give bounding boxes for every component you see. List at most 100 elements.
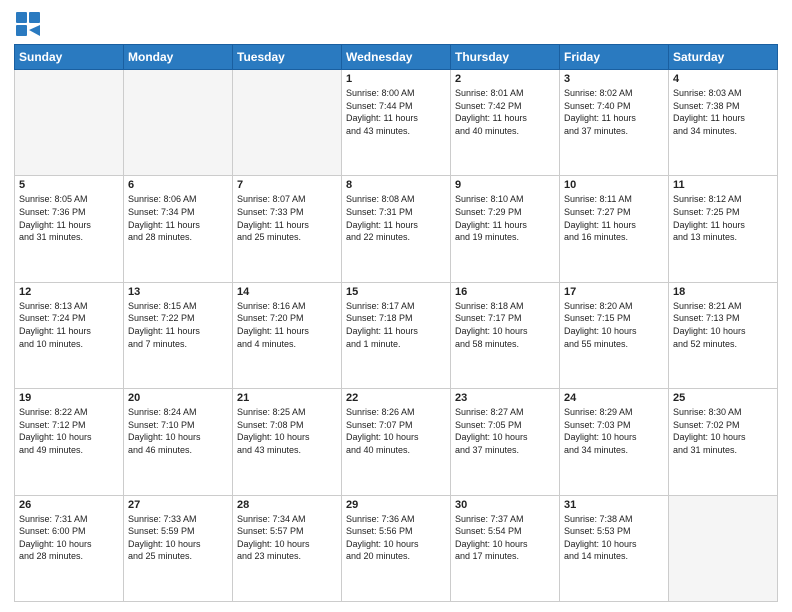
day-info: Sunrise: 8:01 AM Sunset: 7:42 PM Dayligh… — [455, 87, 555, 137]
page: SundayMondayTuesdayWednesdayThursdayFrid… — [0, 0, 792, 612]
day-info: Sunrise: 8:15 AM Sunset: 7:22 PM Dayligh… — [128, 300, 228, 350]
calendar-cell: 20 Sunrise: 8:24 AM Sunset: 7:10 PM Dayli… — [124, 389, 233, 495]
day-number: 10 — [564, 179, 664, 191]
calendar-cell: 27Sunrise: 7:33 AM Sunset: 5:59 PM Dayli… — [124, 495, 233, 601]
day-number: 22 — [346, 392, 446, 404]
calendar-week-3: 12 Sunrise: 8:13 AM Sunset: 7:24 PM Dayli… — [15, 282, 778, 388]
day-info: Sunrise: 8:27 AM Sunset: 7:05 PM Dayligh… — [455, 406, 555, 456]
day-number: 7 — [237, 179, 337, 191]
day-info: Sunrise: 8:26 AM Sunset: 7:07 PM Dayligh… — [346, 406, 446, 456]
calendar: SundayMondayTuesdayWednesdayThursdayFrid… — [14, 44, 778, 602]
day-info: Sunrise: 8:13 AM Sunset: 7:24 PM Dayligh… — [19, 300, 119, 350]
day-number: 15 — [346, 286, 446, 298]
day-info: Sunrise: 8:03 AM Sunset: 7:38 PM Dayligh… — [673, 87, 773, 137]
calendar-cell: 29Sunrise: 7:36 AM Sunset: 5:56 PM Dayli… — [342, 495, 451, 601]
calendar-cell: 26Sunrise: 7:31 AM Sunset: 6:00 PM Dayli… — [15, 495, 124, 601]
day-number: 14 — [237, 286, 337, 298]
calendar-cell: 6Sunrise: 8:06 AM Sunset: 7:34 PM Daylig… — [124, 176, 233, 282]
day-number: 16 — [455, 286, 555, 298]
day-info: Sunrise: 8:17 AM Sunset: 7:18 PM Dayligh… — [346, 300, 446, 350]
day-number: 5 — [19, 179, 119, 191]
calendar-week-4: 19 Sunrise: 8:22 AM Sunset: 7:12 PM Dayli… — [15, 389, 778, 495]
calendar-cell: 1 Sunrise: 8:00 AM Sunset: 7:44 PM Daylig… — [342, 70, 451, 176]
day-number: 20 — [128, 392, 228, 404]
day-info: Sunrise: 8:11 AM Sunset: 7:27 PM Dayligh… — [564, 193, 664, 243]
weekday-header-saturday: Saturday — [669, 45, 778, 70]
calendar-week-1: 1 Sunrise: 8:00 AM Sunset: 7:44 PM Daylig… — [15, 70, 778, 176]
weekday-header-wednesday: Wednesday — [342, 45, 451, 70]
weekday-header-friday: Friday — [560, 45, 669, 70]
day-info: Sunrise: 8:08 AM Sunset: 7:31 PM Dayligh… — [346, 193, 446, 243]
day-number: 12 — [19, 286, 119, 298]
day-number: 17 — [564, 286, 664, 298]
logo-icon — [14, 10, 42, 38]
calendar-cell — [15, 70, 124, 176]
calendar-cell: 16 Sunrise: 8:18 AM Sunset: 7:17 PM Dayli… — [451, 282, 560, 388]
calendar-cell: 22 Sunrise: 8:26 AM Sunset: 7:07 PM Dayli… — [342, 389, 451, 495]
calendar-cell: 24 Sunrise: 8:29 AM Sunset: 7:03 PM Dayli… — [560, 389, 669, 495]
calendar-cell: 25 Sunrise: 8:30 AM Sunset: 7:02 PM Dayli… — [669, 389, 778, 495]
weekday-header-thursday: Thursday — [451, 45, 560, 70]
day-info: Sunrise: 8:29 AM Sunset: 7:03 PM Dayligh… — [564, 406, 664, 456]
calendar-cell: 28 Sunrise: 7:34 AM Sunset: 5:57 PM Dayli… — [233, 495, 342, 601]
day-info: Sunrise: 7:34 AM Sunset: 5:57 PM Dayligh… — [237, 513, 337, 563]
calendar-cell — [233, 70, 342, 176]
day-number: 11 — [673, 179, 773, 191]
day-info: Sunrise: 8:30 AM Sunset: 7:02 PM Dayligh… — [673, 406, 773, 456]
header — [14, 10, 778, 38]
day-number: 8 — [346, 179, 446, 191]
weekday-header-monday: Monday — [124, 45, 233, 70]
calendar-cell: 8 Sunrise: 8:08 AM Sunset: 7:31 PM Daylig… — [342, 176, 451, 282]
day-number: 28 — [237, 499, 337, 511]
day-number: 4 — [673, 73, 773, 85]
day-number: 30 — [455, 499, 555, 511]
calendar-cell: 3Sunrise: 8:02 AM Sunset: 7:40 PM Daylig… — [560, 70, 669, 176]
day-number: 24 — [564, 392, 664, 404]
day-number: 3 — [564, 73, 664, 85]
calendar-cell — [669, 495, 778, 601]
day-info: Sunrise: 8:10 AM Sunset: 7:29 PM Dayligh… — [455, 193, 555, 243]
day-info: Sunrise: 8:00 AM Sunset: 7:44 PM Dayligh… — [346, 87, 446, 137]
day-number: 9 — [455, 179, 555, 191]
day-info: Sunrise: 8:24 AM Sunset: 7:10 PM Dayligh… — [128, 406, 228, 456]
calendar-cell: 4 Sunrise: 8:03 AM Sunset: 7:38 PM Daylig… — [669, 70, 778, 176]
day-number: 21 — [237, 392, 337, 404]
day-info: Sunrise: 7:33 AM Sunset: 5:59 PM Dayligh… — [128, 513, 228, 563]
calendar-cell: 7 Sunrise: 8:07 AM Sunset: 7:33 PM Daylig… — [233, 176, 342, 282]
day-info: Sunrise: 8:18 AM Sunset: 7:17 PM Dayligh… — [455, 300, 555, 350]
day-info: Sunrise: 8:12 AM Sunset: 7:25 PM Dayligh… — [673, 193, 773, 243]
day-number: 19 — [19, 392, 119, 404]
calendar-week-5: 26Sunrise: 7:31 AM Sunset: 6:00 PM Dayli… — [15, 495, 778, 601]
day-info: Sunrise: 8:06 AM Sunset: 7:34 PM Dayligh… — [128, 193, 228, 243]
day-info: Sunrise: 8:07 AM Sunset: 7:33 PM Dayligh… — [237, 193, 337, 243]
day-number: 1 — [346, 73, 446, 85]
day-number: 2 — [455, 73, 555, 85]
calendar-cell: 15 Sunrise: 8:17 AM Sunset: 7:18 PM Dayli… — [342, 282, 451, 388]
calendar-cell: 13Sunrise: 8:15 AM Sunset: 7:22 PM Dayli… — [124, 282, 233, 388]
calendar-cell: 31Sunrise: 7:38 AM Sunset: 5:53 PM Dayli… — [560, 495, 669, 601]
day-info: Sunrise: 8:21 AM Sunset: 7:13 PM Dayligh… — [673, 300, 773, 350]
day-number: 25 — [673, 392, 773, 404]
calendar-cell: 12 Sunrise: 8:13 AM Sunset: 7:24 PM Dayli… — [15, 282, 124, 388]
calendar-cell: 17 Sunrise: 8:20 AM Sunset: 7:15 PM Dayli… — [560, 282, 669, 388]
day-number: 23 — [455, 392, 555, 404]
day-number: 18 — [673, 286, 773, 298]
day-info: Sunrise: 7:31 AM Sunset: 6:00 PM Dayligh… — [19, 513, 119, 563]
day-info: Sunrise: 8:16 AM Sunset: 7:20 PM Dayligh… — [237, 300, 337, 350]
calendar-cell: 10 Sunrise: 8:11 AM Sunset: 7:27 PM Dayli… — [560, 176, 669, 282]
calendar-cell: 30Sunrise: 7:37 AM Sunset: 5:54 PM Dayli… — [451, 495, 560, 601]
calendar-cell: 18 Sunrise: 8:21 AM Sunset: 7:13 PM Dayli… — [669, 282, 778, 388]
calendar-cell: 19 Sunrise: 8:22 AM Sunset: 7:12 PM Dayli… — [15, 389, 124, 495]
calendar-cell: 11 Sunrise: 8:12 AM Sunset: 7:25 PM Dayli… — [669, 176, 778, 282]
calendar-cell: 5 Sunrise: 8:05 AM Sunset: 7:36 PM Daylig… — [15, 176, 124, 282]
day-info: Sunrise: 8:05 AM Sunset: 7:36 PM Dayligh… — [19, 193, 119, 243]
day-info: Sunrise: 8:20 AM Sunset: 7:15 PM Dayligh… — [564, 300, 664, 350]
calendar-cell: 2 Sunrise: 8:01 AM Sunset: 7:42 PM Daylig… — [451, 70, 560, 176]
calendar-week-2: 5 Sunrise: 8:05 AM Sunset: 7:36 PM Daylig… — [15, 176, 778, 282]
day-info: Sunrise: 8:22 AM Sunset: 7:12 PM Dayligh… — [19, 406, 119, 456]
weekday-header-sunday: Sunday — [15, 45, 124, 70]
calendar-cell: 21Sunrise: 8:25 AM Sunset: 7:08 PM Dayli… — [233, 389, 342, 495]
logo — [14, 10, 46, 38]
day-number: 31 — [564, 499, 664, 511]
calendar-cell: 23 Sunrise: 8:27 AM Sunset: 7:05 PM Dayli… — [451, 389, 560, 495]
